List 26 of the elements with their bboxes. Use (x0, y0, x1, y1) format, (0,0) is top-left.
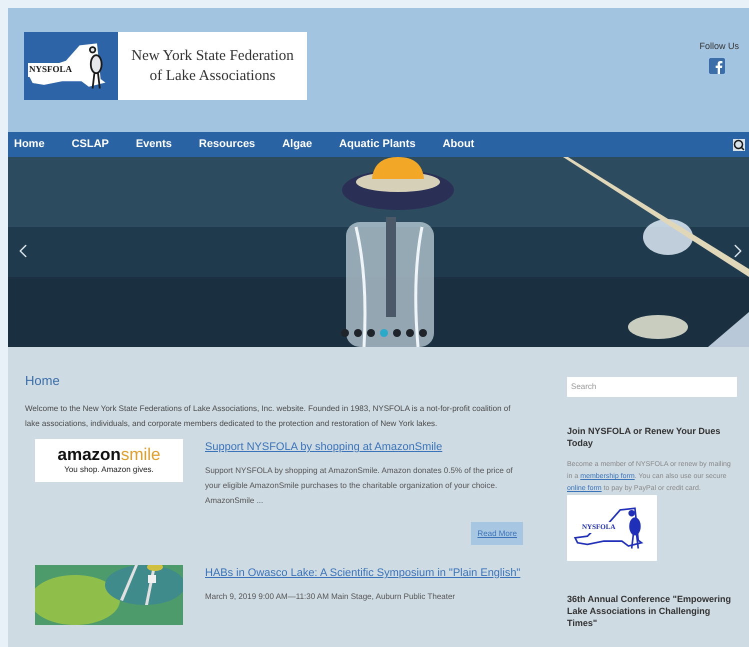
search-field[interactable]: Search (567, 376, 737, 396)
logo-subtitle: of Lake Associations (150, 67, 276, 86)
nav-link[interactable]: Resources (198, 132, 256, 157)
widget-title: Join NYSFOLA or Renew Your Dues Today (567, 425, 722, 449)
nav-link[interactable]: About (442, 132, 474, 157)
widget-title: 36th Annual Conference "Empowering Lake Associations in Challenging Times" (567, 593, 732, 629)
post-excerpt: Support NYSFOLA by shopping at AmazonSmile. Amazon donates 0.5% of the price of your eligible AmazonSmile purchases to the charitable organization of your choice. AmazonSmile ... (205, 465, 514, 507)
logo-tagline: You shop. Amazon gives. (64, 464, 154, 476)
site-logo[interactable]: NYSFOLA New York State Federation of Lake Associations (24, 32, 307, 100)
search-icon[interactable] (733, 138, 745, 150)
logo-word: smile (120, 444, 160, 464)
logo-title: New York State Federation (131, 47, 294, 66)
follow-label: Follow Us (699, 40, 739, 53)
nav-link[interactable]: CSLAP (72, 132, 109, 157)
post-excerpt: March 9, 2019 9:00 AM—11:30 AM Main Stage, Auburn Public Theater (205, 591, 456, 603)
post-title-link[interactable]: HABs in Owasco Lake: A Scientific Symposium in "Plain English" (205, 565, 523, 581)
nav-link[interactable]: Events (136, 132, 172, 157)
logo-word: amazon (58, 444, 121, 464)
nav-link[interactable]: Algae (282, 132, 312, 157)
page-title: Home (25, 373, 61, 389)
facebook-icon[interactable] (709, 58, 725, 74)
post-title-link[interactable]: Support NYSFOLA by shopping at AmazonSmile (205, 439, 523, 455)
intro-text: Welcome to the New York State Federations of Lake Associations, Inc. website. Founded in 1983, NYSFOLA is a not-for-profit coalition of lake associations, individuals, and corporate members dedicated to the protection and restoration of New York lakes. (25, 403, 512, 430)
nav-link[interactable]: Aquatic Plants (339, 132, 416, 157)
logo-text: NYSFOLA (28, 63, 74, 77)
nav-link[interactable]: Home (14, 132, 45, 157)
